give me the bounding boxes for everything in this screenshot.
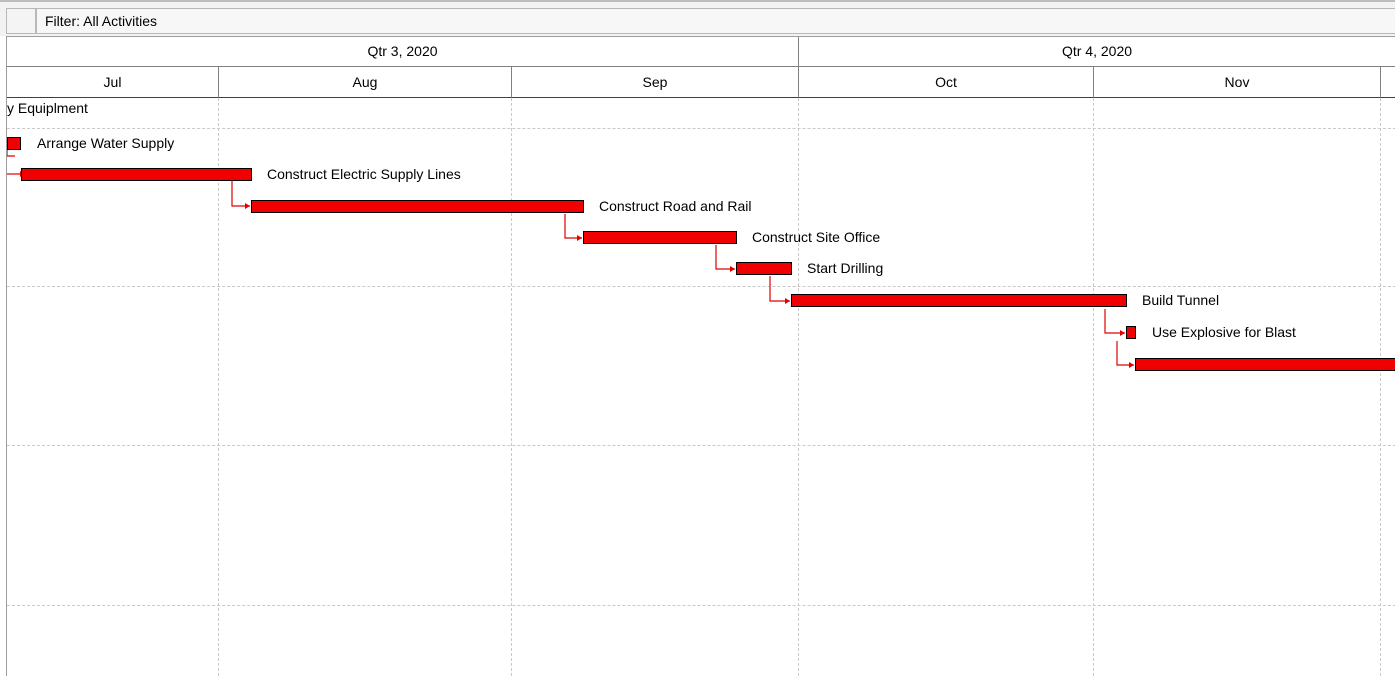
- grid-hline: [7, 286, 1395, 287]
- wbs-band-label: y Equiplment: [7, 100, 88, 116]
- activity-bar-construct-road-and-rail[interactable]: [251, 200, 584, 213]
- timeline-header: Qtr 3, 2020 Qtr 4, 2020 Jul Aug Sep Oct …: [6, 36, 1395, 99]
- activity-label-build-tunnel: Build Tunnel: [1142, 292, 1220, 308]
- month-header-nov[interactable]: Nov: [1094, 67, 1381, 99]
- activity-bar-build-tunnel[interactable]: [791, 294, 1127, 307]
- activity-label-start-drilling: Start Drilling: [807, 260, 884, 276]
- quarter-header-q3[interactable]: Qtr 3, 2020: [7, 37, 799, 67]
- activity-label-construct-site-office: Construct Site Office: [752, 229, 881, 245]
- activity-bar-construct-site-office[interactable]: [583, 231, 737, 244]
- activity-label-construct-road-and-rail: Construct Road and Rail: [599, 198, 752, 214]
- grid-vline: [798, 98, 799, 676]
- filter-label[interactable]: Filter: All Activities: [36, 8, 1395, 34]
- grid-vline: [1093, 98, 1094, 676]
- filter-bar: Filter: All Activities: [0, 0, 1395, 36]
- grid-vline: [218, 98, 219, 676]
- activity-label-construct-electric-supply-lines: Construct Electric Supply Lines: [267, 166, 461, 182]
- grid-vline: [511, 98, 512, 676]
- activity-bar-start-drilling[interactable]: [736, 262, 792, 275]
- month-header-aug[interactable]: Aug: [219, 67, 512, 99]
- gantt-chart-area[interactable]: y Equiplment Arrange Water Supply Constr…: [6, 98, 1395, 676]
- month-header-jul[interactable]: Jul: [7, 67, 219, 99]
- month-header-oct[interactable]: Oct: [799, 67, 1094, 99]
- grid-vline: [1380, 98, 1381, 676]
- activity-bar-construct-electric-supply-lines[interactable]: [21, 168, 252, 181]
- month-header-dec[interactable]: [1381, 67, 1395, 99]
- activity-bar-arrange-water-supply[interactable]: [7, 137, 21, 150]
- grid-hline: [7, 445, 1395, 446]
- activity-bar-next[interactable]: [1135, 358, 1395, 371]
- activity-label-use-explosive-for-blast: Use Explosive for Blast: [1152, 324, 1296, 340]
- gantt-view: Filter: All Activities Qtr 3, 2020 Qtr 4…: [0, 0, 1395, 676]
- filter-corner-cell[interactable]: [6, 8, 36, 34]
- dependency-links: [7, 144, 1134, 368]
- activity-label-arrange-water-supply: Arrange Water Supply: [37, 135, 175, 151]
- grid-hline: [7, 128, 1395, 129]
- month-header-sep[interactable]: Sep: [512, 67, 799, 99]
- activity-bar-use-explosive-for-blast[interactable]: [1126, 326, 1136, 339]
- quarter-header-q4[interactable]: Qtr 4, 2020: [799, 37, 1395, 67]
- grid-hline: [7, 605, 1395, 606]
